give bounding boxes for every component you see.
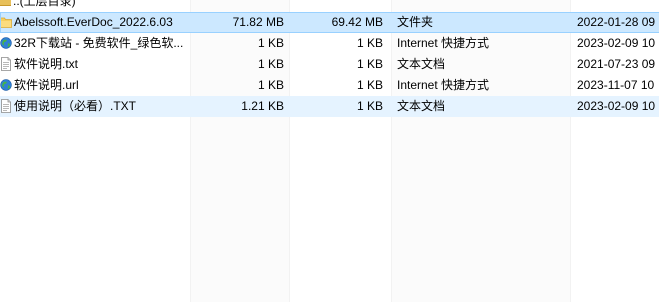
file-packed-size: 1 KB (356, 57, 383, 71)
file-row[interactable]: 32R下载站 - 免费软件_绿色软... 1 KB 1 KB Internet … (0, 33, 659, 54)
file-modified-date: 2023-02-09 10 (577, 99, 656, 113)
text-file-icon (1, 99, 11, 113)
file-type: Internet 快捷方式 (397, 78, 490, 92)
file-list-pane: ..(上层目录) Abelssoft.EverDoc_2022.6.03 71.… (0, 0, 659, 302)
parent-directory-row[interactable]: ..(上层目录) (0, 0, 659, 12)
file-row[interactable]: 使用说明（必看）.TXT 1.21 KB 1 KB 文本文档 2023-02-0… (0, 96, 659, 117)
file-packed-size: 1 KB (356, 36, 383, 50)
file-type: 文本文档 (397, 99, 446, 113)
file-name: 使用说明（必看）.TXT (14, 99, 136, 113)
file-row[interactable]: 软件说明.txt 1 KB 1 KB 文本文档 2021-07-23 09 (0, 54, 659, 75)
file-type: 文件夹 (397, 15, 434, 29)
file-name-cell: 软件说明.url (0, 75, 188, 96)
file-modified-date: 2023-02-09 10 (577, 36, 656, 50)
file-name: 32R下载站 - 免费软件_绿色软... (14, 36, 184, 50)
file-row[interactable]: 软件说明.url 1 KB 1 KB Internet 快捷方式 2023-11… (0, 75, 659, 96)
internet-shortcut-icon (0, 37, 12, 49)
file-packed-size: 69.42 MB (331, 15, 383, 29)
file-type: Internet 快捷方式 (397, 36, 490, 50)
file-name-cell: 32R下载站 - 免费软件_绿色软... (0, 33, 188, 54)
file-size: 1 KB (257, 36, 284, 50)
file-name-cell: 使用说明（必看）.TXT (0, 96, 188, 117)
folder-icon (0, 0, 11, 6)
file-size: 71.82 MB (232, 15, 284, 29)
file-size: 1.21 KB (241, 99, 284, 113)
file-packed-size: 1 KB (356, 99, 383, 113)
file-type: 文本文档 (397, 57, 446, 71)
file-name: Abelssoft.EverDoc_2022.6.03 (14, 15, 173, 29)
internet-shortcut-icon (0, 79, 12, 91)
parent-directory-label: ..(上层目录) (13, 0, 76, 8)
folder-icon (0, 17, 12, 28)
file-list: ..(上层目录) Abelssoft.EverDoc_2022.6.03 71.… (0, 0, 659, 117)
file-size: 1 KB (257, 78, 284, 92)
file-modified-date: 2023-11-07 10 (577, 78, 655, 92)
file-name-cell: 软件说明.txt (0, 54, 188, 75)
file-size: 1 KB (257, 57, 284, 71)
file-modified-date: 2021-07-23 09 (577, 57, 656, 71)
file-row[interactable]: Abelssoft.EverDoc_2022.6.03 71.82 MB 69.… (0, 12, 659, 33)
file-modified-date: 2022-01-28 09 (577, 15, 656, 29)
file-name: 软件说明.url (14, 78, 79, 92)
text-file-icon (1, 57, 11, 71)
file-name: 软件说明.txt (14, 57, 79, 71)
file-name-cell: Abelssoft.EverDoc_2022.6.03 (0, 12, 188, 33)
file-packed-size: 1 KB (356, 78, 383, 92)
